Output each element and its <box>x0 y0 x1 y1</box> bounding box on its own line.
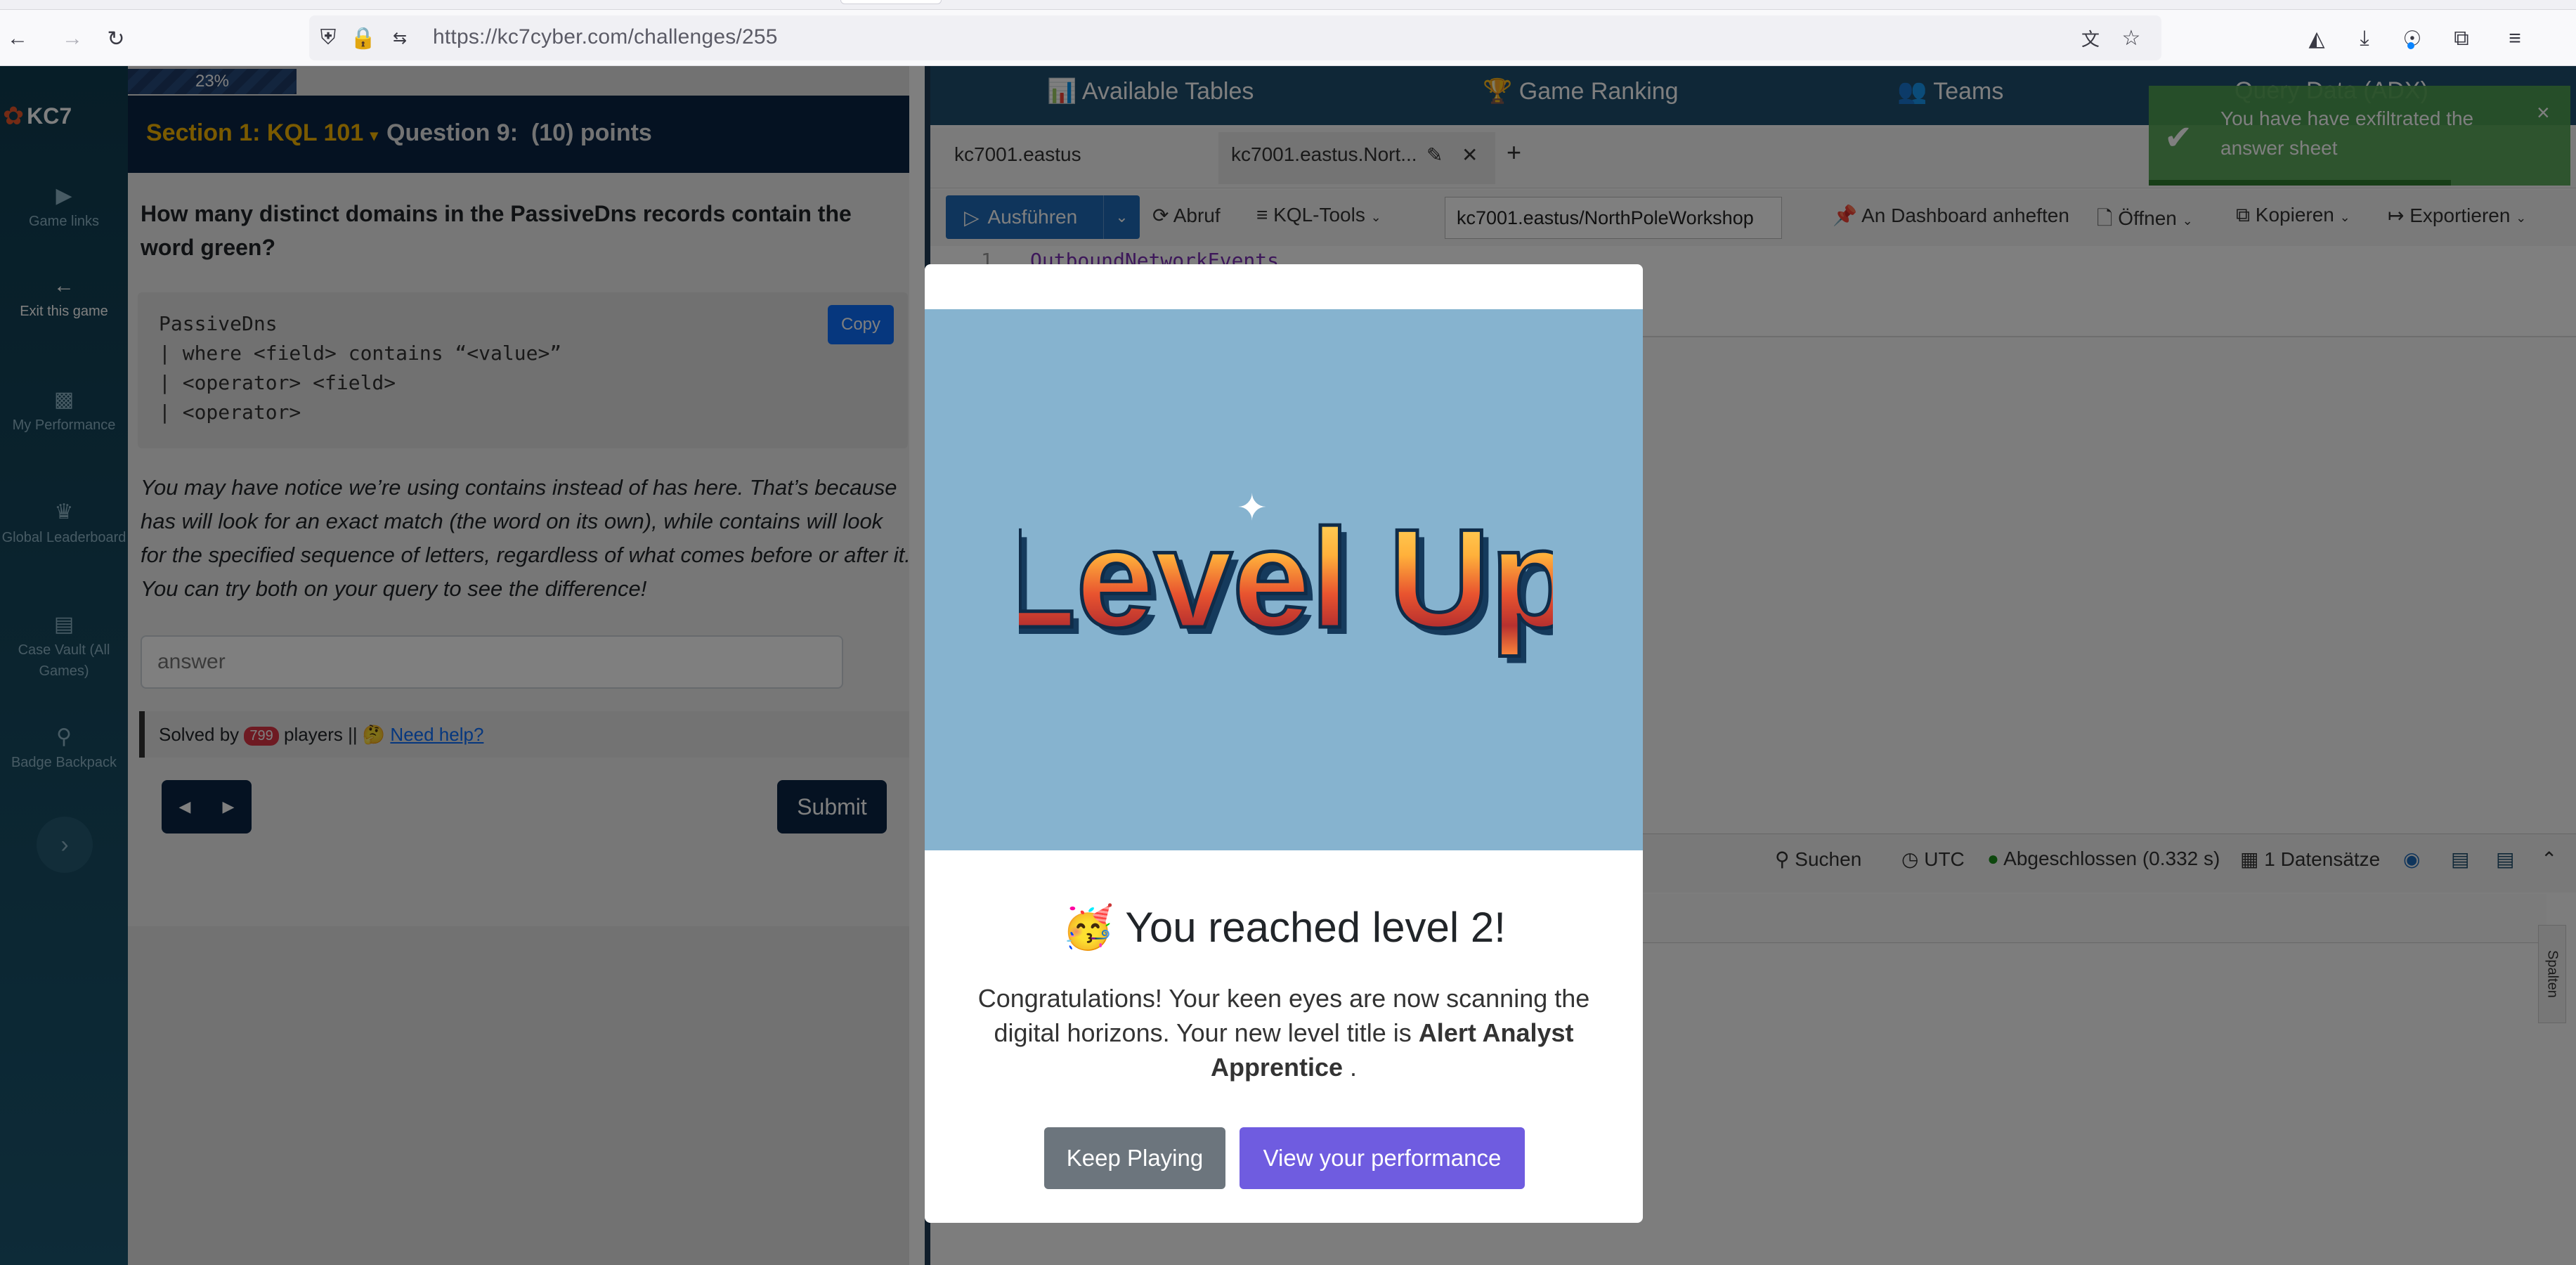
back-icon[interactable]: ← <box>4 25 31 52</box>
lock-icon[interactable]: 🔒 <box>350 25 377 51</box>
translate-icon[interactable]: 文 <box>2077 25 2104 51</box>
browser-tab-strip <box>0 0 2576 10</box>
browser-tab[interactable] <box>840 0 942 4</box>
account-dot <box>2407 42 2414 49</box>
level-up-image: Level Up Level Up ✦ <box>1019 488 1553 664</box>
modal-title: 🥳 You reached level 2! <box>925 902 1643 952</box>
permissions-icon[interactable]: ⇆ <box>386 25 413 51</box>
menu-icon[interactable]: ≡ <box>2502 25 2528 52</box>
forward-icon[interactable]: → <box>59 25 86 52</box>
extensions-icon[interactable]: ⧉ <box>2448 25 2475 52</box>
url-text[interactable]: https://kc7cyber.com/challenges/255 <box>433 25 778 49</box>
party-face-icon: 🥳 <box>1062 904 1114 951</box>
reload-icon[interactable]: ↻ <box>103 25 129 52</box>
downloads-icon[interactable]: ⤓ <box>2351 25 2378 52</box>
sparkle-icon: ✦ <box>1237 488 1268 528</box>
bookmark-star-icon[interactable]: ☆ <box>2118 25 2145 51</box>
pocket-icon[interactable]: ◭ <box>2303 25 2330 52</box>
keep-playing-button[interactable]: Keep Playing <box>1044 1127 1225 1189</box>
shield-icon[interactable]: ⛨ <box>315 25 341 51</box>
modal-body: Congratulations! Your keen eyes are now … <box>967 981 1601 1084</box>
view-performance-button[interactable]: View your performance <box>1240 1127 1525 1189</box>
modal-title-text: You reached level 2! <box>1125 904 1506 951</box>
level-up-text: Level Up <box>1019 500 1553 657</box>
modal-body-suffix: . <box>1350 1053 1358 1082</box>
